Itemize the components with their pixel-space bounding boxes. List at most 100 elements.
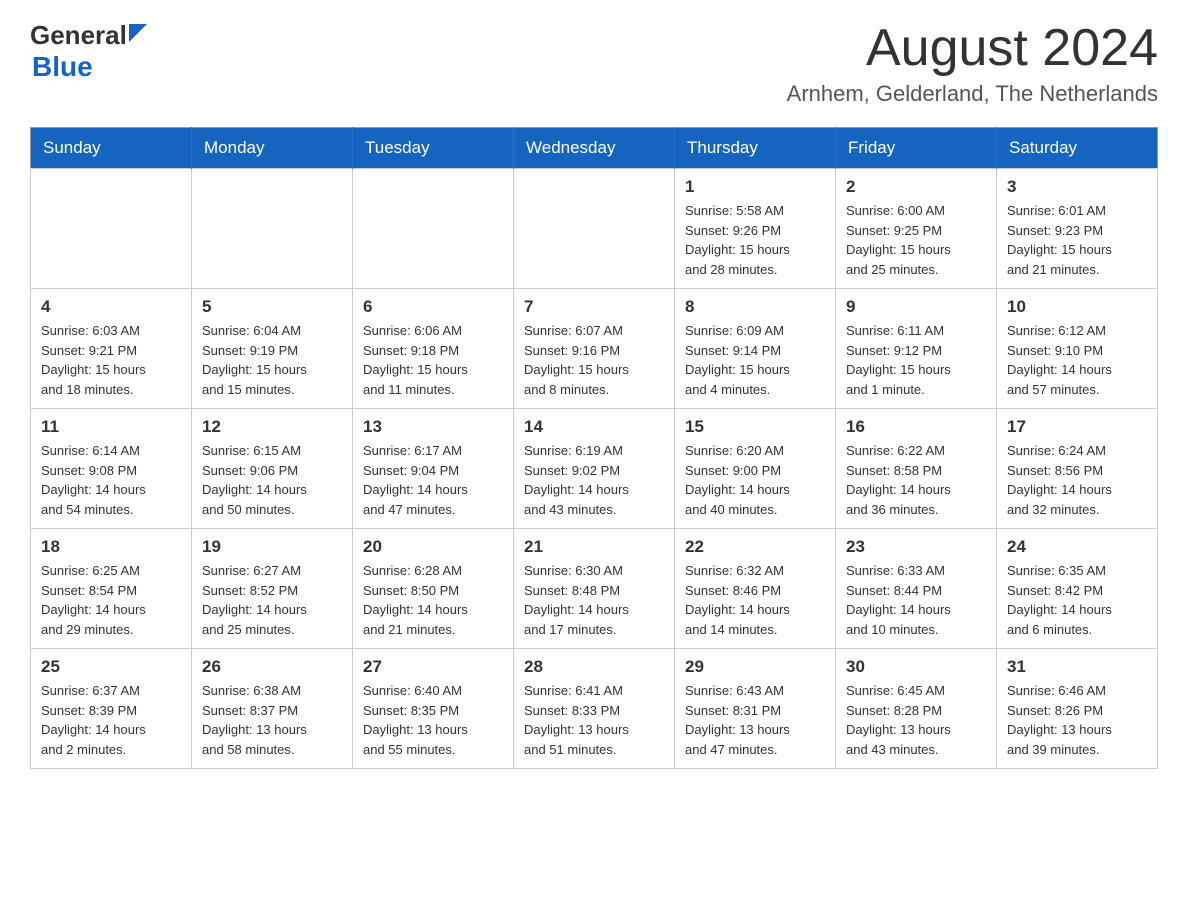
logo-blue-text: Blue [32,51,93,82]
calendar-cell: 23Sunrise: 6:33 AM Sunset: 8:44 PM Dayli… [836,529,997,649]
day-info: Sunrise: 6:37 AM Sunset: 8:39 PM Dayligh… [41,681,181,759]
calendar-body: 1Sunrise: 5:58 AM Sunset: 9:26 PM Daylig… [31,169,1158,769]
day-number: 4 [41,297,181,317]
day-of-week-header: Thursday [675,128,836,169]
day-info: Sunrise: 6:41 AM Sunset: 8:33 PM Dayligh… [524,681,664,759]
day-info: Sunrise: 6:22 AM Sunset: 8:58 PM Dayligh… [846,441,986,519]
day-info: Sunrise: 6:46 AM Sunset: 8:26 PM Dayligh… [1007,681,1147,759]
day-number: 25 [41,657,181,677]
calendar-cell: 30Sunrise: 6:45 AM Sunset: 8:28 PM Dayli… [836,649,997,769]
calendar-cell: 16 Sunrise: 6:22 AM Sunset: 8:58 PM Dayli… [836,409,997,529]
location: Arnhem, Gelderland, The Netherlands [787,81,1158,107]
day-number: 2 [846,177,986,197]
calendar-cell: 8Sunrise: 6:09 AM Sunset: 9:14 PM Daylig… [675,289,836,409]
day-of-week-header: Sunday [31,128,192,169]
day-number: 15 [685,417,825,437]
day-info: Sunrise: 6:24 AM Sunset: 8:56 PM Dayligh… [1007,441,1147,519]
day-number: 19 [202,537,342,557]
day-info: Sunrise: 6:17 AM Sunset: 9:04 PM Dayligh… [363,441,503,519]
calendar-cell [353,169,514,289]
day-number: 12 [202,417,342,437]
day-number: 26 [202,657,342,677]
day-number: 16 [846,417,986,437]
day-info: Sunrise: 6:38 AM Sunset: 8:37 PM Dayligh… [202,681,342,759]
calendar-cell: 10Sunrise: 6:12 AM Sunset: 9:10 PM Dayli… [997,289,1158,409]
calendar-cell: 5 Sunrise: 6:04 AM Sunset: 9:19 PM Daylig… [192,289,353,409]
logo-general-text: General [30,20,127,51]
day-number: 8 [685,297,825,317]
calendar-cell: 2Sunrise: 6:00 AM Sunset: 9:25 PM Daylig… [836,169,997,289]
calendar-week-row: 4Sunrise: 6:03 AM Sunset: 9:21 PM Daylig… [31,289,1158,409]
day-number: 27 [363,657,503,677]
day-info: Sunrise: 6:43 AM Sunset: 8:31 PM Dayligh… [685,681,825,759]
calendar-cell: 13 Sunrise: 6:17 AM Sunset: 9:04 PM Dayli… [353,409,514,529]
day-info: Sunrise: 6:25 AM Sunset: 8:54 PM Dayligh… [41,561,181,639]
day-number: 20 [363,537,503,557]
day-number: 24 [1007,537,1147,557]
day-of-week-header: Wednesday [514,128,675,169]
calendar-cell: 1Sunrise: 5:58 AM Sunset: 9:26 PM Daylig… [675,169,836,289]
header-row: SundayMondayTuesdayWednesdayThursdayFrid… [31,128,1158,169]
day-number: 23 [846,537,986,557]
day-number: 29 [685,657,825,677]
calendar-cell: 31 Sunrise: 6:46 AM Sunset: 8:26 PM Dayli… [997,649,1158,769]
day-number: 6 [363,297,503,317]
calendar-cell [31,169,192,289]
calendar-cell: 14Sunrise: 6:19 AM Sunset: 9:02 PM Dayli… [514,409,675,529]
calendar-cell: 26 Sunrise: 6:38 AM Sunset: 8:37 PM Dayli… [192,649,353,769]
calendar-cell: 15 Sunrise: 6:20 AM Sunset: 9:00 PM Dayli… [675,409,836,529]
calendar-cell: 25 Sunrise: 6:37 AM Sunset: 8:39 PM Dayli… [31,649,192,769]
calendar-cell: 18 Sunrise: 6:25 AM Sunset: 8:54 PM Dayli… [31,529,192,649]
day-info: Sunrise: 6:20 AM Sunset: 9:00 PM Dayligh… [685,441,825,519]
day-info: Sunrise: 6:12 AM Sunset: 9:10 PM Dayligh… [1007,321,1147,399]
day-number: 31 [1007,657,1147,677]
calendar-cell: 17 Sunrise: 6:24 AM Sunset: 8:56 PM Dayli… [997,409,1158,529]
day-of-week-header: Friday [836,128,997,169]
day-number: 14 [524,417,664,437]
calendar-cell: 21 Sunrise: 6:30 AM Sunset: 8:48 PM Dayli… [514,529,675,649]
day-number: 5 [202,297,342,317]
day-number: 1 [685,177,825,197]
calendar-cell: 19Sunrise: 6:27 AM Sunset: 8:52 PM Dayli… [192,529,353,649]
calendar-week-row: 18 Sunrise: 6:25 AM Sunset: 8:54 PM Dayli… [31,529,1158,649]
month-title: August 2024 [787,20,1158,77]
calendar-cell: 28 Sunrise: 6:41 AM Sunset: 8:33 PM Dayli… [514,649,675,769]
day-info: Sunrise: 6:45 AM Sunset: 8:28 PM Dayligh… [846,681,986,759]
calendar-header: SundayMondayTuesdayWednesdayThursdayFrid… [31,128,1158,169]
calendar-cell: 3 Sunrise: 6:01 AM Sunset: 9:23 PM Daylig… [997,169,1158,289]
day-number: 21 [524,537,664,557]
calendar-week-row: 1Sunrise: 5:58 AM Sunset: 9:26 PM Daylig… [31,169,1158,289]
calendar-week-row: 25 Sunrise: 6:37 AM Sunset: 8:39 PM Dayli… [31,649,1158,769]
day-number: 28 [524,657,664,677]
calendar-cell: 7Sunrise: 6:07 AM Sunset: 9:16 PM Daylig… [514,289,675,409]
day-of-week-header: Saturday [997,128,1158,169]
calendar-week-row: 11 Sunrise: 6:14 AM Sunset: 9:08 PM Dayli… [31,409,1158,529]
day-number: 11 [41,417,181,437]
day-info: Sunrise: 6:01 AM Sunset: 9:23 PM Dayligh… [1007,201,1147,279]
page-header: General Blue August 2024 Arnhem, Gelderl… [30,20,1158,107]
calendar-cell: 20 Sunrise: 6:28 AM Sunset: 8:50 PM Dayli… [353,529,514,649]
calendar-cell: 22Sunrise: 6:32 AM Sunset: 8:46 PM Dayli… [675,529,836,649]
day-number: 3 [1007,177,1147,197]
calendar-cell: 12Sunrise: 6:15 AM Sunset: 9:06 PM Dayli… [192,409,353,529]
day-of-week-header: Tuesday [353,128,514,169]
day-number: 7 [524,297,664,317]
calendar-table: SundayMondayTuesdayWednesdayThursdayFrid… [30,127,1158,769]
day-number: 13 [363,417,503,437]
calendar-cell: 29 Sunrise: 6:43 AM Sunset: 8:31 PM Dayli… [675,649,836,769]
day-of-week-header: Monday [192,128,353,169]
day-number: 17 [1007,417,1147,437]
title-section: August 2024 Arnhem, Gelderland, The Neth… [787,20,1158,107]
calendar-cell: 27Sunrise: 6:40 AM Sunset: 8:35 PM Dayli… [353,649,514,769]
day-info: Sunrise: 6:14 AM Sunset: 9:08 PM Dayligh… [41,441,181,519]
day-info: Sunrise: 6:28 AM Sunset: 8:50 PM Dayligh… [363,561,503,639]
day-info: Sunrise: 6:06 AM Sunset: 9:18 PM Dayligh… [363,321,503,399]
logo: General Blue [30,20,147,83]
calendar-cell: 6 Sunrise: 6:06 AM Sunset: 9:18 PM Daylig… [353,289,514,409]
calendar-cell: 9Sunrise: 6:11 AM Sunset: 9:12 PM Daylig… [836,289,997,409]
calendar-cell: 11 Sunrise: 6:14 AM Sunset: 9:08 PM Dayli… [31,409,192,529]
day-info: Sunrise: 6:30 AM Sunset: 8:48 PM Dayligh… [524,561,664,639]
day-info: Sunrise: 6:04 AM Sunset: 9:19 PM Dayligh… [202,321,342,399]
day-number: 18 [41,537,181,557]
calendar-cell [192,169,353,289]
